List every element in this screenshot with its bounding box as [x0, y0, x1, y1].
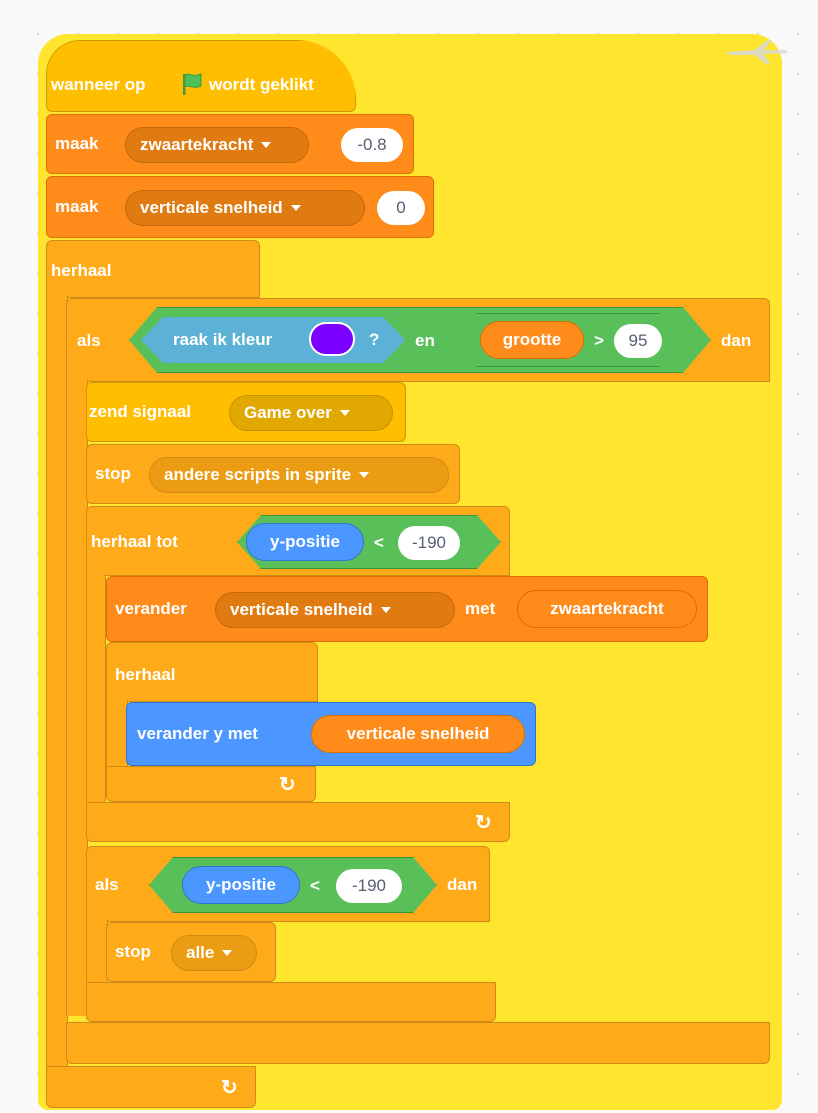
- change-label: verander: [115, 599, 187, 618]
- loop-arrow-icon: ↻: [279, 774, 296, 796]
- touching-color-label: raak ik kleur: [173, 330, 273, 349]
- if-block-outer[interactable]: als raak ik kleur ? en grootte > 95 dan: [66, 298, 770, 382]
- gravity-reporter[interactable]: zwaartekracht: [517, 590, 697, 628]
- stop-option-dropdown[interactable]: andere scripts in sprite: [149, 457, 449, 493]
- broadcast-label: zend signaal: [89, 402, 192, 421]
- set-velocity-block[interactable]: maak verticale snelheid 0: [46, 176, 434, 238]
- greater-than-symbol: >: [594, 331, 604, 350]
- inner-forever-label: herhaal: [115, 665, 176, 684]
- loop-arrow-icon: ↻: [475, 812, 492, 834]
- stop-label: stop: [95, 464, 131, 483]
- velocity-value-input[interactable]: 0: [377, 191, 425, 225]
- less-than-operator[interactable]: y-positie < -190: [237, 515, 501, 569]
- if-bottom-label: als: [95, 875, 119, 894]
- y-position-reporter-bottom[interactable]: y-positie: [182, 866, 300, 904]
- forever-block[interactable]: herhaal: [46, 240, 260, 298]
- less-than-operator-bottom[interactable]: y-positie < -190: [149, 857, 437, 913]
- and-label: en: [415, 331, 435, 350]
- chevron-down-icon: [290, 205, 301, 211]
- less-than-symbol: <: [374, 533, 384, 552]
- by-label: met: [465, 599, 496, 618]
- touching-color-sensing[interactable]: raak ik kleur ?: [141, 317, 405, 363]
- set-velocity-label: maak: [55, 197, 99, 216]
- then-bottom-label: dan: [447, 875, 478, 894]
- question-mark: ?: [369, 330, 380, 349]
- then-label: dan: [721, 331, 752, 350]
- chevron-down-icon: [380, 607, 391, 613]
- y-limit-value-input[interactable]: -190: [398, 526, 460, 560]
- color-swatch[interactable]: [309, 322, 355, 356]
- velocity-reporter[interactable]: verticale snelheid: [311, 715, 525, 753]
- inner-forever-block[interactable]: herhaal: [106, 642, 318, 702]
- hat-prefix: wanneer op: [51, 75, 146, 94]
- size-value-input[interactable]: 95: [614, 324, 662, 358]
- if-label: als: [77, 331, 101, 350]
- y-position-reporter[interactable]: y-positie: [246, 523, 364, 561]
- when-flag-clicked-block[interactable]: wanneer op wordt geklikt: [46, 40, 356, 112]
- if-block-outer-footer: [66, 1022, 770, 1064]
- chevron-down-icon: [339, 410, 350, 416]
- chevron-down-icon: [261, 142, 272, 148]
- change-velocity-block[interactable]: verander verticale snelheid met zwaartek…: [106, 576, 708, 642]
- hat-suffix: wordt geklikt: [209, 75, 314, 94]
- loop-arrow-icon: ↻: [221, 1077, 238, 1099]
- stop-all-label: stop: [115, 942, 151, 961]
- greater-than-operator[interactable]: grootte > 95: [453, 313, 683, 367]
- chevron-down-icon: [359, 472, 370, 478]
- stop-all-block[interactable]: stop alle: [106, 922, 276, 982]
- change-variable-dropdown[interactable]: verticale snelheid: [215, 592, 455, 628]
- bottom-limit-value-input[interactable]: -190: [336, 869, 402, 903]
- if-block-bottom-footer: [86, 982, 496, 1022]
- less-than-symbol-bottom: <: [310, 876, 320, 895]
- change-y-label: verander y met: [137, 724, 258, 743]
- repeat-until-footer: ↻: [86, 802, 510, 842]
- green-flag-icon: [181, 71, 205, 102]
- set-gravity-label: maak: [55, 134, 99, 153]
- chevron-down-icon: [222, 950, 233, 956]
- size-reporter[interactable]: grootte: [480, 321, 584, 359]
- broadcast-block[interactable]: zend signaal Game over: [86, 382, 406, 442]
- stop-all-dropdown[interactable]: alle: [171, 935, 257, 971]
- gravity-variable-dropdown[interactable]: zwaartekracht: [125, 127, 309, 163]
- broadcast-message-dropdown[interactable]: Game over: [229, 395, 393, 431]
- gravity-value-input[interactable]: -0.8: [341, 128, 403, 162]
- repeat-until-label: herhaal tot: [91, 532, 178, 551]
- forever-footer: ↻: [46, 1066, 256, 1108]
- if-block-bottom[interactable]: als y-positie < -190 dan: [86, 846, 490, 922]
- set-gravity-block[interactable]: maak zwaartekracht -0.8: [46, 114, 414, 174]
- airplane-icon: [724, 36, 790, 71]
- inner-forever-footer: ↻: [106, 766, 316, 802]
- change-y-block[interactable]: verander y met verticale snelheid: [126, 702, 536, 766]
- repeat-until-block[interactable]: herhaal tot y-positie < -190: [86, 506, 510, 576]
- stop-other-scripts-block[interactable]: stop andere scripts in sprite: [86, 444, 460, 504]
- forever-label: herhaal: [51, 261, 112, 280]
- velocity-variable-dropdown[interactable]: verticale snelheid: [125, 190, 365, 226]
